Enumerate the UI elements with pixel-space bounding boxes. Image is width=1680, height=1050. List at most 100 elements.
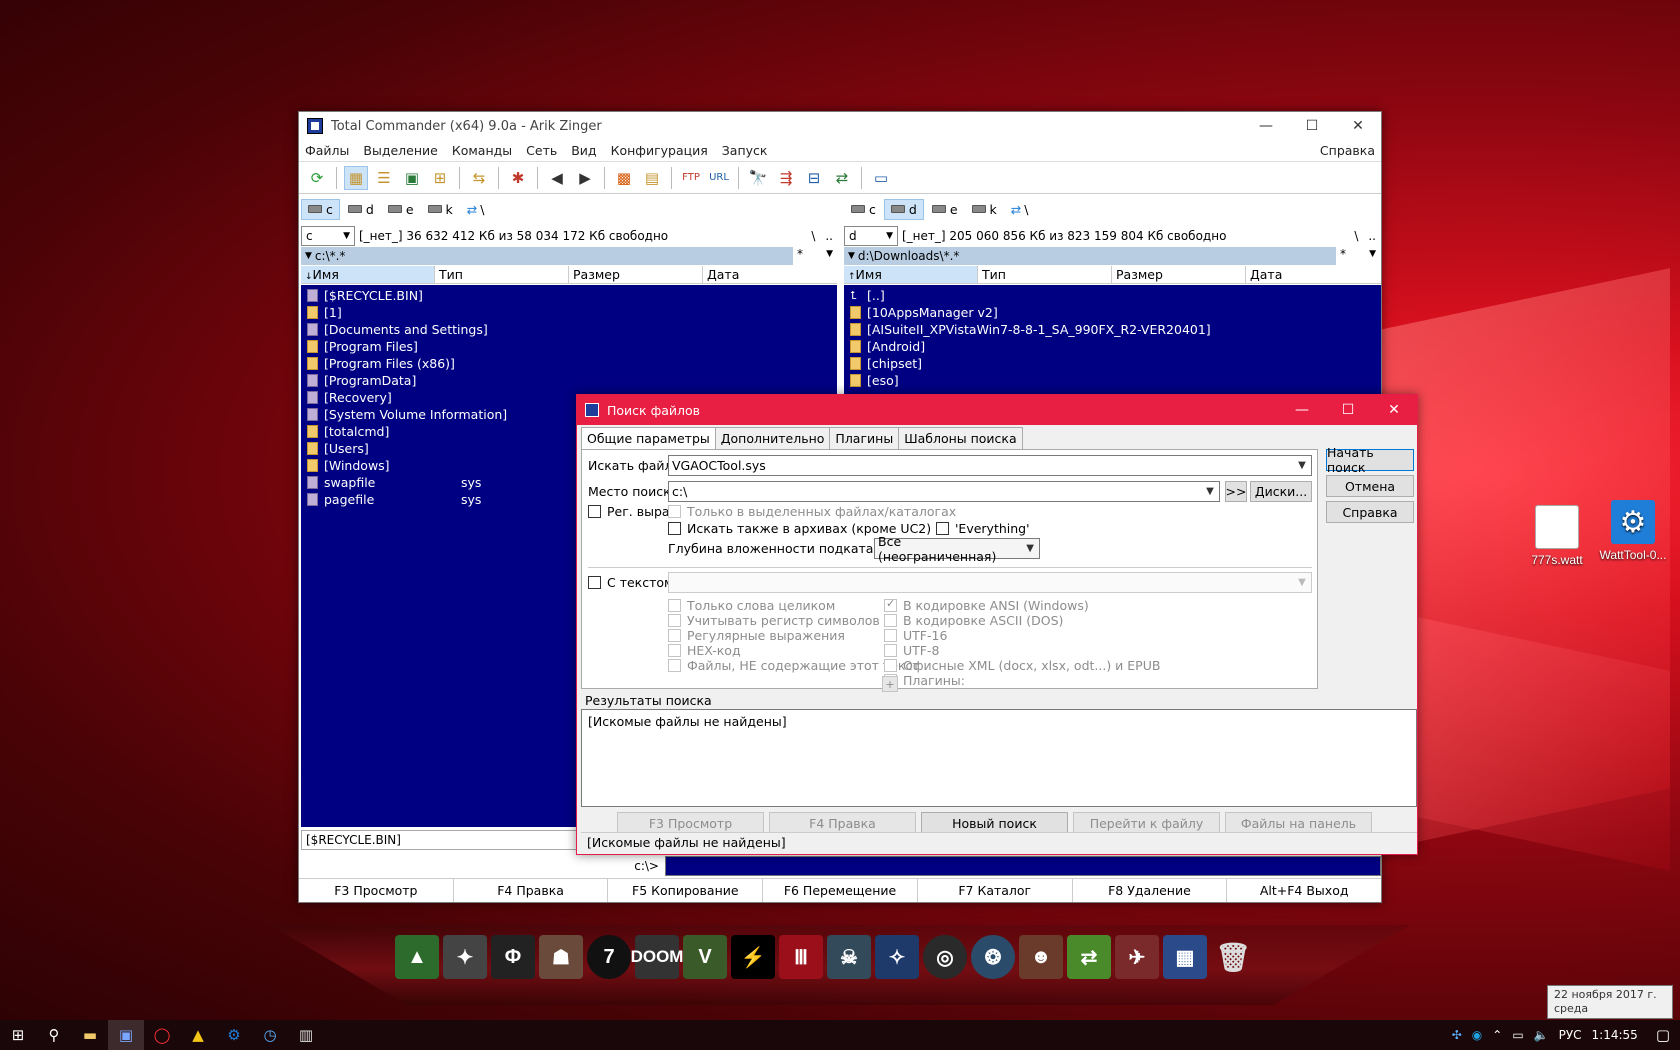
notifications-icon[interactable]: ▢ [1656,1026,1670,1044]
right-up-button[interactable]: .. [1368,229,1376,243]
start-button[interactable]: ⊞ [0,1020,36,1050]
menu-net[interactable]: Сеть [526,143,557,158]
menu-config[interactable]: Конфигурация [611,143,708,158]
file-row[interactable]: [eso] [844,372,1381,389]
text-option-checkbox[interactable]: Файлы, НЕ содержащие этот текст [668,658,920,673]
total-commander-taskbar-icon[interactable]: ▣ [108,1020,144,1050]
file-row[interactable]: [$RECYCLE.BIN] [301,287,837,304]
start-search-button[interactable]: Начать поиск [1326,445,1414,475]
app-icon[interactable]: ⚙ [216,1020,252,1050]
f3-view-button[interactable]: F3 Просмотр [299,879,454,902]
feed-to-panel-button[interactable]: Файлы на панель [1225,812,1372,834]
menu-help[interactable]: Справка [1320,143,1375,158]
col-size[interactable]: Размер [569,266,703,283]
file-row[interactable]: [1] [301,304,837,321]
search-in-input[interactable]: c:\ ▼ [668,481,1220,502]
dock-app-icon[interactable]: ☗ [539,935,583,979]
menu-commands[interactable]: Команды [452,143,512,158]
sync-dirs-icon[interactable]: ⇄ [830,166,854,190]
app-tray-icon[interactable]: ◉ [1472,1028,1482,1042]
swap-panels-icon[interactable]: ⇆ [467,166,491,190]
dialog-close-button[interactable]: ✕ [1371,395,1417,425]
command-input[interactable] [665,856,1381,876]
file-row[interactable]: [ProgramData] [301,372,837,389]
dock-app-icon[interactable]: ⚡ [731,935,775,979]
f4-edit-button[interactable]: F4 Правка [454,879,609,902]
col-date[interactable]: Дата [1246,266,1380,283]
network-tray-icon[interactable]: ✣ [1452,1028,1462,1042]
plugins-add-button[interactable]: + [882,676,898,692]
tc-titlebar[interactable]: Total Commander (x64) 9.0a - Arik Zinger… [299,112,1381,140]
col-type[interactable]: Тип [435,266,569,283]
regex-checkbox[interactable]: Рег. выраж. [588,504,668,519]
explorer-icon[interactable]: ▬ [72,1020,108,1050]
col-name[interactable]: ↓Имя [301,266,435,283]
text-option-checkbox[interactable]: Регулярные выражения [668,628,845,643]
file-row[interactable]: [Documents and Settings] [301,321,837,338]
dialog-titlebar[interactable]: Поиск файлов — ☐ ✕ [577,395,1417,425]
file-row[interactable]: [AISuiteII_XPVistaWin7-8-8-1_SA_990FX_R2… [844,321,1381,338]
drive-button-c[interactable]: c [301,198,340,220]
dock-app-icon[interactable]: ☠ [827,935,871,979]
app-icon[interactable]: ▲ [180,1020,216,1050]
drive-button-network-right[interactable]: ⇄ \ [1005,199,1035,220]
go-to-file-button[interactable]: Перейти к файлу [1073,812,1220,834]
encoding-option-checkbox[interactable]: UTF-16 [884,628,947,643]
left-up-button[interactable]: .. [825,229,833,243]
tab-general[interactable]: Общие параметры [581,427,716,450]
menu-files[interactable]: Файлы [305,143,349,158]
recycle-bin-icon[interactable]: 🗑 [1211,935,1255,979]
text-option-checkbox[interactable]: Только слова целиком [668,598,835,613]
dlg-f3-view-button[interactable]: F3 Просмотр [617,812,764,834]
dock-app-icon-doom[interactable]: DOOM [631,935,683,979]
col-size[interactable]: Размер [1112,266,1246,283]
url-icon[interactable]: URL [707,166,731,190]
tab-plugins[interactable]: Плагины [829,427,900,450]
encoding-option-checkbox[interactable]: В кодировке ASCII (DOS) [884,613,1063,628]
encoding-option-checkbox[interactable]: В кодировке ANSI (Windows) [884,597,1089,613]
ftp-icon[interactable]: FTP [679,166,703,190]
file-row[interactable]: [Android] [844,338,1381,355]
dock-app-icon[interactable]: ⇄ [1067,935,1111,979]
with-text-checkbox[interactable]: С текстом: [588,575,678,590]
results-list[interactable]: [Искомые файлы не найдены] [581,709,1417,807]
left-drive-select[interactable]: c ▼ [301,226,355,246]
dock-app-icon[interactable]: ✈ [1115,935,1159,979]
left-filter[interactable]: * ▼ [797,245,837,263]
drive-button-d-right[interactable]: d [883,198,924,220]
clock[interactable]: 1:14:55 [1592,1028,1638,1042]
dock-app-icon[interactable]: ◎ [923,935,967,979]
tab-templates[interactable]: Шаблоны поиска [898,427,1023,450]
drive-button-k-right[interactable]: k [966,199,1003,220]
network-icon[interactable]: ▭ [1512,1028,1523,1042]
desktop-icon-777s-watt[interactable]: 777s.watt [1522,505,1592,567]
forward-arrow-icon[interactable]: ▶ [573,166,597,190]
minimize-button[interactable]: — [1243,112,1289,140]
dialog-minimize-button[interactable]: — [1279,395,1325,425]
volume-icon[interactable]: 🔈 [1534,1028,1549,1042]
f6-move-button[interactable]: F6 Перемещение [763,879,918,902]
dock-app-icon[interactable]: Ⅲ [779,935,823,979]
multi-rename-icon[interactable]: ⇶ [774,166,798,190]
brief-view-icon[interactable]: ▦ [344,165,368,190]
desktop-icon-watttool[interactable]: ⚙ WattTool-0... [1598,500,1668,562]
right-filter[interactable]: * ▼ [1340,245,1380,263]
right-path-bar[interactable]: ▼ d:\Downloads\*.* [844,247,1336,265]
file-row[interactable]: [Program Files (x86)] [301,355,837,372]
right-root-button[interactable]: \ [1354,229,1358,243]
file-row[interactable]: ⮤ [..] [844,287,1381,304]
thumbnails-icon[interactable]: ▣ [400,166,424,190]
depth-select[interactable]: Все (неограниченная) ▼ [874,534,1040,564]
tree-icon[interactable]: ⊞ [428,166,452,190]
dock-app-icon[interactable]: ❂ [971,935,1015,979]
drive-button-e[interactable]: e [382,199,420,220]
only-selected-checkbox[interactable]: Только в выделенных файлах/каталогах [668,504,956,519]
up-arrow-icon[interactable]: ⌃ [1492,1028,1502,1042]
language-indicator[interactable]: РУС [1559,1028,1582,1042]
dialog-maximize-button[interactable]: ☐ [1325,395,1371,425]
encoding-option-checkbox[interactable]: Офисные XML (docx, xlsx, odt...) и EPUB [884,658,1160,673]
tab-advanced[interactable]: Дополнительно [714,427,831,450]
unpack-icon[interactable]: ▤ [640,166,664,190]
file-row[interactable]: [chipset] [844,355,1381,372]
compare-dirs-icon[interactable]: ⊟ [802,166,826,190]
